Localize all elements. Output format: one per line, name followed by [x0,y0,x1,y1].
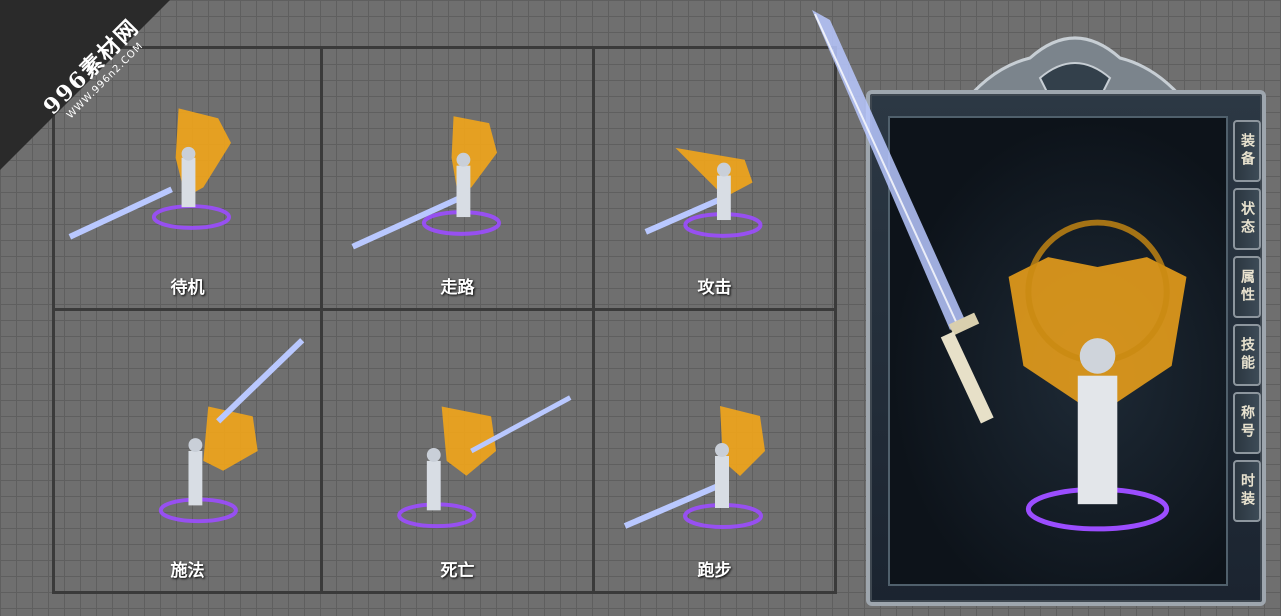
state-cell-run: 跑步 [595,311,834,591]
character-sprite-death [397,395,572,529]
tab-status[interactable]: 状态 [1233,188,1261,250]
state-cell-cast: 施法 [55,311,323,591]
state-cell-attack: 攻击 [595,49,834,311]
state-label-run: 跑步 [697,561,732,581]
state-label-death: 死亡 [440,561,475,581]
tab-equipment[interactable]: 装备 [1233,120,1261,182]
character-sprite-walk [351,116,501,250]
state-label-idle: 待机 [170,278,205,298]
tab-fashion[interactable]: 时装 [1233,460,1261,522]
sword-artwork [812,10,994,424]
animation-grid: 待机 走路 攻击 施法 死亡 跑步 [52,46,837,594]
state-cell-death: 死亡 [323,311,595,591]
tab-titles[interactable]: 称号 [1233,392,1261,454]
character-sprite-attack [644,147,763,238]
state-label-walk: 走路 [440,278,475,298]
panel-tabs: 装备 状态 属性 技能 称号 时装 [1233,120,1263,522]
character-sprite-cast [158,338,305,524]
tab-skills[interactable]: 技能 [1233,324,1261,386]
character-sprite-run [623,406,765,529]
tab-attributes[interactable]: 属性 [1233,256,1261,318]
state-label-attack: 攻击 [697,278,732,298]
state-cell-walk: 走路 [323,49,595,311]
state-label-cast: 施法 [170,561,205,581]
